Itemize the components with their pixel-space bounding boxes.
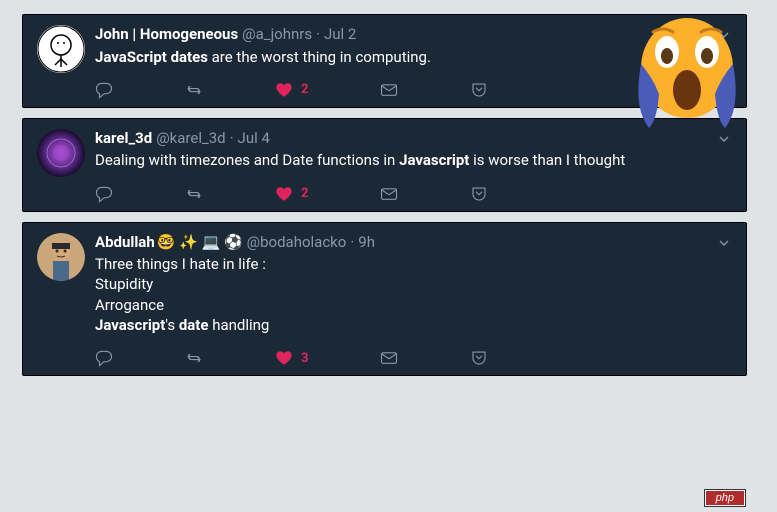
like-count: 2 [301,186,308,201]
tweet-actions: 3 [95,345,732,369]
dm-button[interactable] [380,185,398,203]
dm-button[interactable] [380,81,398,99]
like-count: 3 [301,351,308,366]
name-emoji: 🤓 ✨ 💻 ⚽ [157,233,243,253]
retweet-button[interactable] [185,349,203,367]
handle[interactable]: @a_johnrs [242,25,312,45]
timestamp[interactable]: Jul 2 [324,25,356,45]
retweet-button[interactable] [185,81,203,99]
pocket-button[interactable] [470,81,488,99]
tweet-menu-button[interactable] [716,235,732,255]
reply-button[interactable] [95,185,113,203]
timestamp[interactable]: Jul 4 [238,129,270,149]
tweet-content: karel_3d @karel_3d · Jul 4 Dealing with … [95,129,732,205]
tweet-text: Dealing with timezones and Date function… [95,150,732,170]
handle[interactable]: @bodaholacko [247,233,347,253]
display-name[interactable]: John | Homogeneous [95,25,238,45]
tweet-content: Abdullah 🤓 ✨ 💻 ⚽ @bodaholacko · 9h Three… [95,233,732,370]
display-name[interactable]: Abdullah 🤓 ✨ 💻 ⚽ [95,233,243,253]
like-button[interactable]: 2 [275,81,308,99]
avatar[interactable] [37,25,85,73]
display-name[interactable]: karel_3d [95,129,152,149]
timestamp[interactable]: 9h [358,233,375,253]
dm-button[interactable] [380,349,398,367]
watermark: php [705,490,745,506]
tweet-text: Three things I hate in life :StupidityAr… [95,254,732,335]
reply-button[interactable] [95,349,113,367]
scream-emoji-overlay [623,8,751,136]
tweet-header: Abdullah 🤓 ✨ 💻 ⚽ @bodaholacko · 9h [95,233,732,253]
like-count: 2 [301,82,308,97]
like-button[interactable]: 2 [275,185,308,203]
separator: · [230,129,234,149]
reply-button[interactable] [95,81,113,99]
tweet-actions: 2 [95,181,732,205]
pocket-button[interactable] [470,185,488,203]
pocket-button[interactable] [470,349,488,367]
display-name-text: Abdullah [95,233,155,253]
separator: · [316,25,320,45]
avatar[interactable] [37,129,85,177]
avatar[interactable] [37,233,85,281]
tweet-card: Abdullah 🤓 ✨ 💻 ⚽ @bodaholacko · 9h Three… [22,222,747,377]
handle[interactable]: @karel_3d [156,129,225,149]
like-button[interactable]: 3 [275,349,308,367]
separator: · [350,233,354,253]
retweet-button[interactable] [185,185,203,203]
